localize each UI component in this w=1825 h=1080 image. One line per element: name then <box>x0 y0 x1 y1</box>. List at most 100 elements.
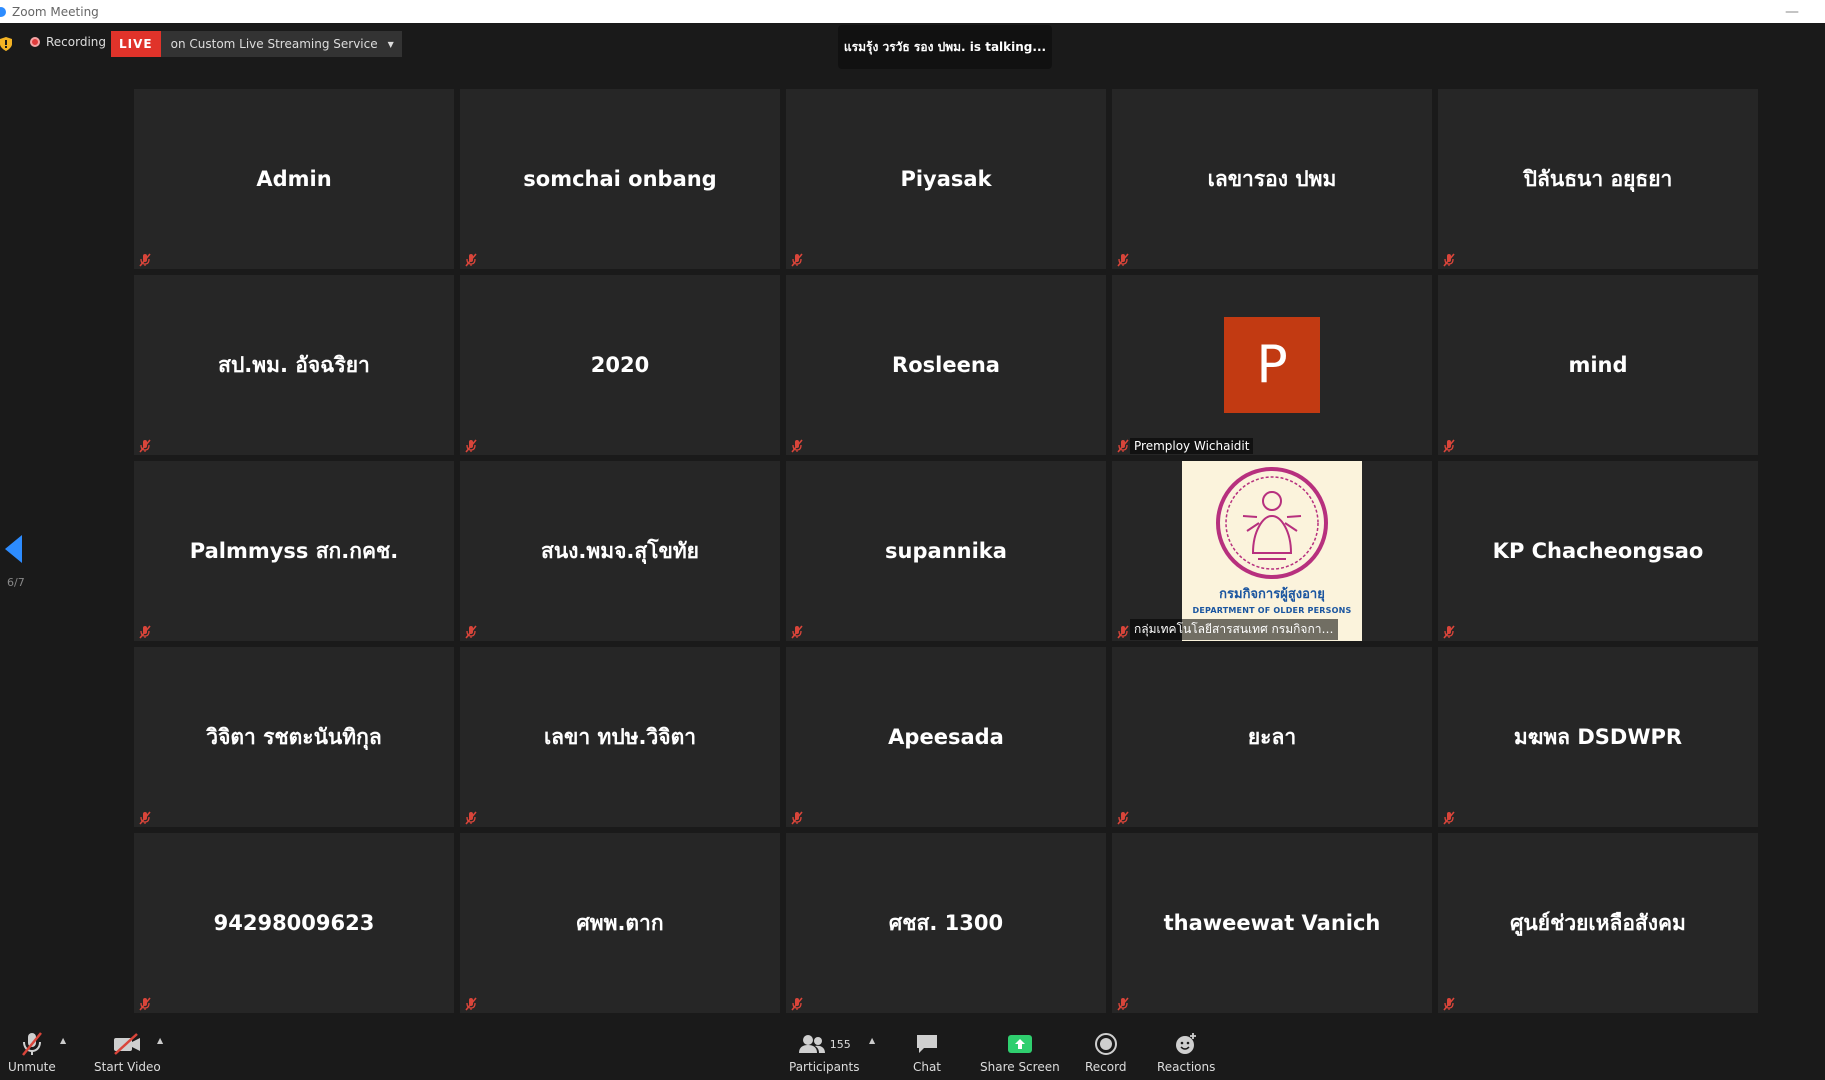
participant-tile[interactable]: supannika <box>786 461 1106 641</box>
video-options-caret-icon[interactable]: ▲ <box>157 1036 163 1045</box>
participant-tile[interactable]: Rosleena <box>786 275 1106 455</box>
live-service-label: on Custom Live Streaming Service <box>170 37 378 51</box>
mic-muted-icon <box>464 810 478 825</box>
mic-muted-icon <box>464 438 478 453</box>
participant-name: Palmmyss สก.กคช. <box>189 538 399 563</box>
participants-options-caret-icon[interactable]: ▲ <box>869 1036 875 1045</box>
record-icon <box>1091 1030 1121 1058</box>
participant-name: KP Chacheongsao <box>1492 539 1704 563</box>
participant-tile[interactable]: ปิลันธนา อยุธยา <box>1438 89 1758 269</box>
record-label: Record <box>1085 1060 1127 1074</box>
participant-name: ยะลา <box>1247 724 1297 749</box>
mic-muted-icon <box>1116 996 1130 1011</box>
zoom-app-icon <box>0 6 6 17</box>
microphone-muted-icon <box>17 1030 47 1058</box>
live-service-dropdown[interactable]: on Custom Live Streaming Service ▼ <box>160 31 402 57</box>
participant-tile[interactable]: thaweewat Vanich <box>1112 833 1432 1013</box>
logo-thai-text: กรมกิจการผู้สูงอายุ <box>1219 587 1325 602</box>
participants-label: Participants <box>789 1060 860 1074</box>
participant-name: 94298009623 <box>213 911 375 935</box>
recording-dot-icon <box>30 37 40 47</box>
share-screen-button[interactable]: Share Screen <box>980 1030 1060 1074</box>
recording-indicator[interactable]: Recording <box>30 35 106 49</box>
mic-muted-icon <box>138 438 152 453</box>
mic-muted-icon <box>1442 252 1456 267</box>
record-button[interactable]: Record <box>1085 1030 1126 1074</box>
mic-muted-icon <box>1442 624 1456 639</box>
participant-tile[interactable]: Admin <box>134 89 454 269</box>
recording-label: Recording <box>46 35 107 49</box>
participant-name: วิจิตา รชตะนันทิกุล <box>206 724 382 749</box>
participant-tile[interactable]: 2020 <box>460 275 780 455</box>
participant-name: somchai onbang <box>523 167 717 191</box>
mic-muted-icon <box>464 996 478 1011</box>
active-speaker-banner: แรมรุ้ง วรวัธ รอง ปพม. is talking... <box>838 25 1052 69</box>
talking-text: แรมรุ้ง วรวัธ รอง ปพม. is talking... <box>843 39 1047 54</box>
participant-name: Rosleena <box>892 353 1000 377</box>
mic-muted-icon <box>138 996 152 1011</box>
mic-muted-icon <box>790 252 804 267</box>
mic-muted-icon <box>1116 438 1130 453</box>
mic-muted-icon <box>1116 624 1130 639</box>
participant-tile[interactable]: สป.พม. อัจฉริยา <box>134 275 454 455</box>
participant-tile[interactable]: mind <box>1438 275 1758 455</box>
participant-tile[interactable]: Palmmyss สก.กคช. <box>134 461 454 641</box>
participant-name: ปิลันธนา อยุธยา <box>1523 166 1673 191</box>
smiley-plus-icon <box>1171 1030 1201 1058</box>
participant-tile[interactable]: มฆพล DSDWPR <box>1438 647 1758 827</box>
mic-muted-icon <box>138 624 152 639</box>
page-indicator: 6/7 <box>7 576 25 589</box>
participant-tile[interactable]: ศพพ.ตาก <box>460 833 780 1013</box>
participant-tile[interactable]: somchai onbang <box>460 89 780 269</box>
participant-name: เลขา ทปษ.วิจิตา <box>543 724 697 749</box>
participant-tile[interactable]: วิจิตา รชตะนันทิกุล <box>134 647 454 827</box>
audio-options-caret-icon[interactable]: ▲ <box>60 1036 66 1045</box>
participant-name: mind <box>1568 353 1628 377</box>
mic-muted-icon <box>790 438 804 453</box>
participant-tile[interactable]: เลขา ทปษ.วิจิตา <box>460 647 780 827</box>
participant-name: ศพพ.ตาก <box>576 910 664 935</box>
meeting-toolbar: Unmute ▲ Start Video ▲ 155 Participants … <box>0 1024 1825 1080</box>
mic-muted-icon <box>464 624 478 639</box>
meeting-top-bar: Recording LIVE on Custom Live Streaming … <box>0 23 1825 69</box>
participants-icon: 155 <box>789 1030 859 1058</box>
participant-tile[interactable]: ศูนย์ช่วยเหลือสังคม <box>1438 833 1758 1013</box>
participant-tile[interactable]: Piyasak <box>786 89 1106 269</box>
mic-muted-icon <box>1442 810 1456 825</box>
unmute-button[interactable]: Unmute <box>8 1030 56 1074</box>
shield-icon[interactable] <box>0 37 12 51</box>
participant-name: มฆพล DSDWPR <box>1513 724 1683 749</box>
share-screen-label: Share Screen <box>980 1060 1060 1074</box>
participant-tile[interactable]: KP Chacheongsao <box>1438 461 1758 641</box>
title-bar: Zoom Meeting — <box>0 0 1825 23</box>
live-stream-indicator[interactable]: LIVE on Custom Live Streaming Service ▼ <box>111 31 402 57</box>
reactions-button[interactable]: Reactions <box>1157 1030 1215 1074</box>
department-emblem-icon <box>1216 467 1328 579</box>
participants-count: 155 <box>829 1037 851 1051</box>
participant-name-label: Premploy Wichaidit <box>1130 438 1254 454</box>
participant-tile[interactable]: Apeesada <box>786 647 1106 827</box>
participant-name: Admin <box>256 167 332 191</box>
logo-english-text: DEPARTMENT OF OLDER PERSONS <box>1192 606 1352 615</box>
participant-tile[interactable]: เลขารอง ปพม <box>1112 89 1432 269</box>
participant-tile[interactable]: P Premploy Wichaidit <box>1112 275 1432 455</box>
mic-muted-icon <box>138 252 152 267</box>
participant-name: supannika <box>885 539 1007 563</box>
participants-button[interactable]: 155 Participants <box>789 1030 860 1074</box>
start-video-button[interactable]: Start Video <box>94 1030 161 1074</box>
participant-name: thaweewat Vanich <box>1163 911 1381 935</box>
participant-name: 2020 <box>590 353 650 377</box>
avatar-letter: P <box>1256 335 1288 395</box>
previous-page-arrow-icon[interactable] <box>5 535 22 563</box>
participant-name: Piyasak <box>900 167 992 191</box>
participant-tile[interactable]: ยะลา <box>1112 647 1432 827</box>
participant-tile[interactable]: ศชส. 1300 <box>786 833 1106 1013</box>
participant-name: สนง.พมจ.สุโขทัย <box>541 538 699 563</box>
chat-button[interactable]: Chat <box>912 1030 942 1074</box>
participant-tile[interactable]: สนง.พมจ.สุโขทัย <box>460 461 780 641</box>
participant-tile[interactable]: กรมกิจการผู้สูงอายุ DEPARTMENT OF OLDER P… <box>1112 461 1432 641</box>
window-title: Zoom Meeting <box>12 4 99 19</box>
mic-muted-icon <box>1116 252 1130 267</box>
minimize-icon[interactable]: — <box>1785 4 1799 20</box>
participant-tile[interactable]: 94298009623 <box>134 833 454 1013</box>
